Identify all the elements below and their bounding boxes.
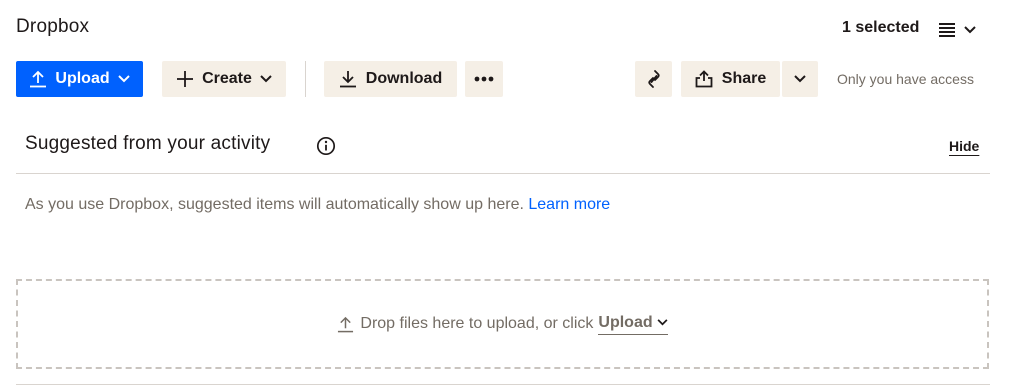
download-button[interactable]: Download: [324, 61, 457, 97]
share-button[interactable]: Share: [681, 61, 780, 97]
selection-count: 1 selected: [842, 19, 920, 36]
section-divider: [16, 173, 990, 174]
share-options-button[interactable]: [782, 61, 818, 97]
access-status: Only you have access: [837, 71, 974, 87]
chevron-down-icon: [657, 319, 668, 326]
plus-icon: [176, 70, 194, 88]
chevron-down-icon: [794, 75, 806, 83]
learn-more-link[interactable]: Learn more: [528, 196, 610, 213]
more-actions-button[interactable]: [465, 61, 503, 97]
upload-arrow-icon: [29, 70, 47, 88]
upload-button[interactable]: Upload: [16, 61, 143, 97]
drop-zone-upload-label: Upload: [598, 313, 653, 331]
download-arrow-icon: [339, 70, 357, 88]
suggested-description: As you use Dropbox, suggested items will…: [25, 196, 524, 213]
info-icon[interactable]: [316, 136, 336, 156]
create-button[interactable]: Create: [162, 61, 286, 97]
chevron-down-icon: [117, 75, 130, 83]
suggested-empty-message: As you use Dropbox, suggested items will…: [25, 196, 610, 214]
page-title: Dropbox: [16, 16, 90, 37]
share-icon: [695, 70, 713, 88]
share-button-label: Share: [721, 70, 767, 87]
upload-arrow-icon: [337, 316, 354, 333]
toolbar-divider: [305, 61, 306, 97]
file-drop-zone[interactable]: Drop files here to upload, or click Uplo…: [16, 279, 989, 369]
suggested-section-title: Suggested from your activity: [25, 133, 271, 154]
view-toggle-button[interactable]: [938, 18, 980, 42]
chevron-down-icon: [260, 75, 272, 83]
create-button-label: Create: [202, 70, 252, 87]
drop-zone-text: Drop files here to upload, or click: [360, 315, 594, 332]
link-icon: [646, 68, 662, 90]
copy-link-button[interactable]: [635, 61, 672, 97]
drop-zone-upload-link[interactable]: Upload: [598, 313, 668, 335]
upload-button-label: Upload: [55, 70, 110, 87]
hide-suggestions-link[interactable]: Hide: [949, 138, 979, 154]
chevron-down-icon: [964, 26, 976, 34]
download-button-label: Download: [365, 70, 443, 87]
list-view-icon: [939, 23, 955, 37]
more-horizontal-icon: [474, 76, 494, 82]
bottom-divider: [16, 384, 990, 385]
